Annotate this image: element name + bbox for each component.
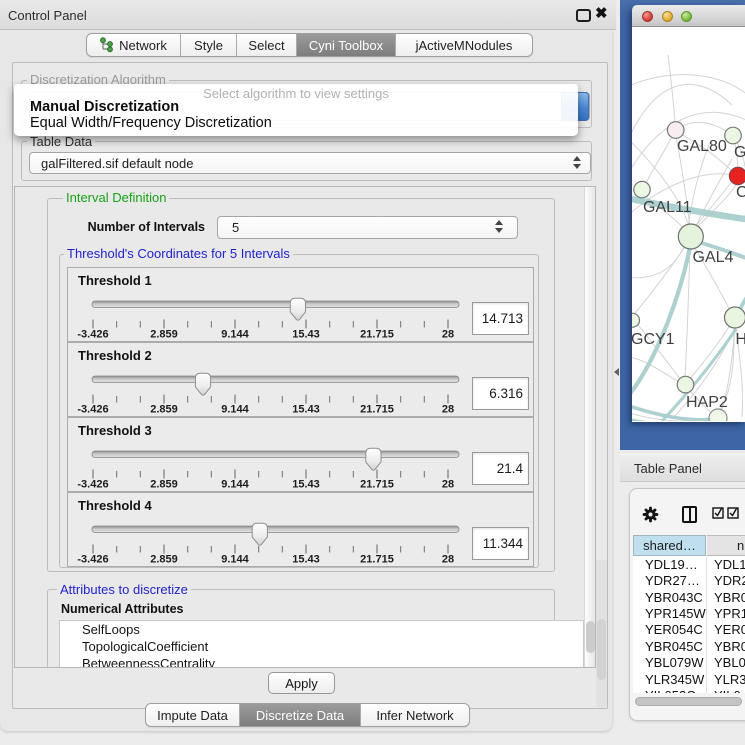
svg-text:2.859: 2.859 — [150, 479, 178, 491]
svg-text:-3.426: -3.426 — [77, 329, 108, 341]
svg-text:21.715: 21.715 — [360, 404, 394, 416]
svg-text:15.43: 15.43 — [292, 404, 320, 416]
svg-text:9.144: 9.144 — [221, 479, 249, 491]
svg-text:21.715: 21.715 — [360, 554, 394, 566]
svg-text:HAP2: HAP2 — [686, 394, 728, 411]
svg-text:GAL11: GAL11 — [643, 199, 692, 216]
svg-text:28: 28 — [442, 329, 454, 341]
svg-text:-3.426: -3.426 — [77, 479, 108, 491]
svg-text:GAL4: GAL4 — [693, 249, 734, 266]
svg-text:15.43: 15.43 — [292, 479, 320, 491]
svg-text:28: 28 — [442, 554, 454, 566]
svg-text:21.715: 21.715 — [360, 479, 394, 491]
svg-text:2.859: 2.859 — [150, 404, 178, 416]
svg-text:GA: GA — [734, 144, 745, 161]
svg-text:-3.426: -3.426 — [77, 554, 108, 566]
svg-text:2.859: 2.859 — [150, 554, 178, 566]
svg-text:15.43: 15.43 — [292, 554, 320, 566]
svg-text:HI: HI — [736, 331, 745, 348]
svg-text:21.715: 21.715 — [360, 329, 394, 341]
svg-text:C: C — [736, 184, 745, 201]
svg-text:28: 28 — [442, 479, 454, 491]
svg-text:15.43: 15.43 — [292, 329, 320, 341]
svg-text:GCY1: GCY1 — [632, 331, 675, 348]
svg-text:9.144: 9.144 — [221, 554, 249, 566]
svg-text:-3.426: -3.426 — [77, 404, 108, 416]
svg-text:GAL80: GAL80 — [677, 138, 727, 155]
svg-text:28: 28 — [442, 404, 454, 416]
svg-text:2.859: 2.859 — [150, 329, 178, 341]
svg-text:9.144: 9.144 — [221, 329, 249, 341]
svg-text:9.144: 9.144 — [221, 404, 249, 416]
